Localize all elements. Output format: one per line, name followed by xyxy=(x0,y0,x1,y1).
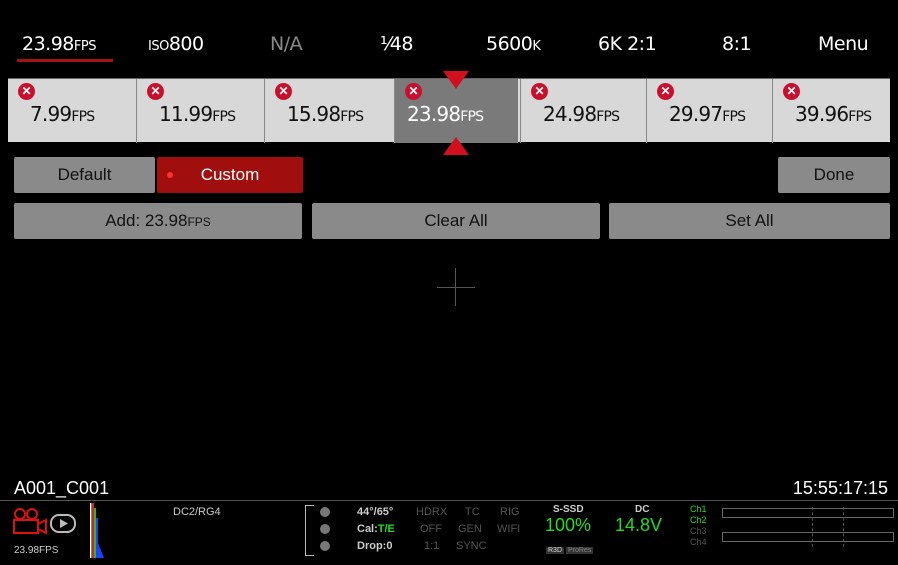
preset-unit: FPS xyxy=(460,109,484,125)
preset-value: 24.98 xyxy=(543,102,597,126)
preset-unit: FPS xyxy=(596,109,620,125)
preset-unit: FPS xyxy=(71,109,95,125)
add-fps-button[interactable]: Add: 23.98FPS xyxy=(14,203,302,239)
preset-value: 15.98 xyxy=(287,102,341,126)
status-led-1 xyxy=(320,507,330,517)
r3d-badge: R3D xyxy=(546,547,565,554)
done-button[interactable]: Done xyxy=(778,157,890,193)
fps-active-indicator xyxy=(17,59,113,62)
preset-29-97[interactable]: ✕ 29.97FPS xyxy=(646,79,770,143)
media-label: S-SSD xyxy=(553,504,584,515)
preset-unit: FPS xyxy=(722,109,746,125)
preset-value: 39.96 xyxy=(795,102,849,126)
cal-value: T/E xyxy=(377,523,395,535)
compression-status[interactable]: 8:1 xyxy=(722,33,752,55)
hdrx-label: HDRX xyxy=(416,506,448,518)
look-label: DC2/RG4 xyxy=(173,506,221,518)
close-icon[interactable]: ✕ xyxy=(531,83,548,100)
rig-label: RIG xyxy=(500,506,520,518)
preset-value: 7.99 xyxy=(30,102,72,126)
default-button[interactable]: Default xyxy=(14,157,155,193)
preset-7-99[interactable]: ✕ 7.99FPS xyxy=(8,79,132,143)
preset-39-96[interactable]: ✕ 39.96FPS xyxy=(772,79,890,143)
wb-value: 5600 xyxy=(486,33,533,55)
histogram xyxy=(90,503,104,558)
preset-unit: FPS xyxy=(212,109,236,125)
preset-value: 23.98 xyxy=(407,102,461,126)
cal-status: Cal:T/E xyxy=(357,523,395,535)
audio-meter-tick xyxy=(843,507,844,547)
tc-gen: GEN xyxy=(458,523,482,535)
cal-prefix: Cal: xyxy=(357,523,378,535)
custom-button[interactable]: Custom xyxy=(157,157,303,193)
audio-meter-ch1-2 xyxy=(722,508,894,518)
clear-all-button[interactable]: Clear All xyxy=(312,203,600,239)
preset-15-98[interactable]: ✕ 15.98FPS xyxy=(264,79,388,143)
close-icon[interactable]: ✕ xyxy=(657,83,674,100)
menu-button[interactable]: Menu xyxy=(818,33,869,55)
fps-unit: FPS xyxy=(73,39,97,54)
play-icon[interactable] xyxy=(50,513,78,535)
add-label: Add: 23.98 xyxy=(105,211,188,230)
iso-status[interactable]: ISO800 xyxy=(148,33,204,55)
close-icon[interactable]: ✕ xyxy=(405,83,422,100)
resolution-status[interactable]: 6K 2:1 xyxy=(598,33,657,55)
wb-unit: K xyxy=(532,39,541,54)
fps-status[interactable]: 23.98FPS xyxy=(22,33,96,55)
audio-ch1: Ch1 xyxy=(690,504,707,514)
status-led-2 xyxy=(320,524,330,534)
preset-24-98[interactable]: ✕ 24.98FPS xyxy=(520,79,644,143)
media-remaining: 100% xyxy=(545,515,592,535)
active-dot-icon xyxy=(167,172,173,178)
preset-value: 29.97 xyxy=(669,102,723,126)
timecode: 15:55:17:15 xyxy=(792,478,888,498)
preset-unit: FPS xyxy=(848,109,872,125)
close-icon[interactable]: ✕ xyxy=(147,83,164,100)
selection-marker-bottom xyxy=(443,137,469,155)
clip-name: A001_C001 xyxy=(14,478,110,498)
hdrx-value: OFF xyxy=(420,523,442,535)
center-crosshair-h xyxy=(437,287,475,288)
audio-ch4: Ch4 xyxy=(690,537,707,547)
selection-marker-top xyxy=(443,71,469,89)
fps-value: 23.98 xyxy=(22,33,74,55)
center-crosshair-v xyxy=(455,268,456,306)
add-unit: FPS xyxy=(187,215,211,229)
iso-value: 800 xyxy=(168,33,204,55)
custom-label: Custom xyxy=(200,165,260,184)
set-all-button[interactable]: Set All xyxy=(609,203,890,239)
bottom-fps: 23.98FPS xyxy=(14,545,59,556)
tc-sync: SYNC xyxy=(456,540,487,552)
tc-label: TC xyxy=(465,506,480,518)
close-icon[interactable]: ✕ xyxy=(783,83,800,100)
prores-badge: ProRes xyxy=(566,547,594,554)
hdrx-ratio: 1:1 xyxy=(424,540,440,552)
audio-meter-tick xyxy=(812,507,813,547)
sensor-temp: 44°/65° xyxy=(357,506,394,518)
preset-11-99[interactable]: ✕ 11.99FPS xyxy=(136,79,260,143)
power-voltage: 14.8V xyxy=(615,515,663,535)
na-status[interactable]: N/A xyxy=(270,33,303,55)
media-format-badges: R3D ProRes xyxy=(546,543,595,555)
audio-ch3: Ch3 xyxy=(690,526,707,536)
status-led-3 xyxy=(320,541,330,551)
preset-unit: FPS xyxy=(340,109,364,125)
audio-meter-ch3-4 xyxy=(722,532,894,542)
indicator-bracket xyxy=(305,505,314,556)
white-balance-status[interactable]: 5600K xyxy=(486,33,541,55)
shutter-status[interactable]: ¹⁄48 xyxy=(380,33,413,55)
preset-value: 11.99 xyxy=(159,102,213,126)
rig-wifi: WIFI xyxy=(497,523,521,535)
power-label: DC xyxy=(635,504,650,515)
drop-frames: Drop:0 xyxy=(357,540,393,552)
close-icon[interactable]: ✕ xyxy=(275,83,292,100)
audio-ch2: Ch2 xyxy=(690,515,707,525)
iso-prefix: ISO xyxy=(148,39,169,54)
close-icon[interactable]: ✕ xyxy=(18,83,35,100)
top-status-bar: 23.98FPS ISO800 N/A ¹⁄48 5600K 6K 2:1 8:… xyxy=(0,0,898,68)
